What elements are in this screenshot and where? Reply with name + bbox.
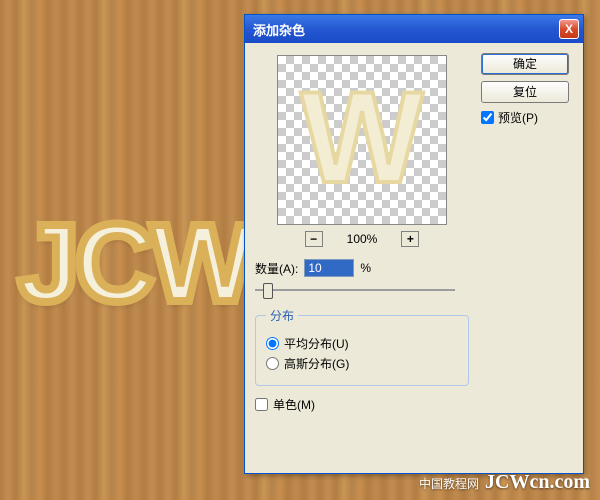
dialog-title: 添加杂色 bbox=[253, 20, 559, 39]
preview-checkbox-label[interactable]: 预览(P) bbox=[498, 109, 538, 126]
gaussian-label[interactable]: 高斯分布(G) bbox=[284, 355, 349, 372]
add-noise-dialog: 添加杂色 X W − 100% + 数量(A): % bbox=[244, 14, 584, 474]
close-button[interactable]: X bbox=[559, 19, 579, 39]
titlebar: 添加杂色 X bbox=[245, 15, 583, 43]
watermark-small: 中国教程网 bbox=[419, 475, 479, 492]
reset-button[interactable]: 复位 bbox=[481, 81, 569, 103]
uniform-label[interactable]: 平均分布(U) bbox=[284, 335, 349, 352]
amount-input[interactable] bbox=[304, 259, 354, 277]
amount-label: 数量(A): bbox=[255, 260, 298, 277]
zoom-value: 100% bbox=[347, 232, 378, 246]
slider-thumb[interactable] bbox=[263, 283, 273, 299]
preview-letter: W bbox=[301, 62, 424, 212]
uniform-radio[interactable] bbox=[266, 337, 279, 350]
mono-checkbox[interactable] bbox=[255, 398, 268, 411]
amount-slider[interactable] bbox=[255, 281, 455, 297]
preview-canvas[interactable]: W bbox=[277, 55, 447, 225]
gaussian-radio[interactable] bbox=[266, 357, 279, 370]
distribution-legend: 分布 bbox=[266, 307, 298, 324]
watermark: 中国教程网 JCWcn.com bbox=[419, 471, 590, 494]
mono-label[interactable]: 单色(M) bbox=[273, 396, 315, 413]
amount-unit: % bbox=[360, 261, 371, 275]
close-icon: X bbox=[565, 22, 573, 36]
preview-checkbox[interactable] bbox=[481, 111, 494, 124]
distribution-group: 分布 平均分布(U) 高斯分布(G) bbox=[255, 307, 469, 386]
zoom-out-button[interactable]: − bbox=[305, 231, 323, 247]
background-text: JCW bbox=[18, 200, 250, 327]
zoom-in-button[interactable]: + bbox=[401, 231, 419, 247]
watermark-main: JCWcn.com bbox=[485, 471, 590, 494]
ok-button[interactable]: 确定 bbox=[481, 53, 569, 75]
